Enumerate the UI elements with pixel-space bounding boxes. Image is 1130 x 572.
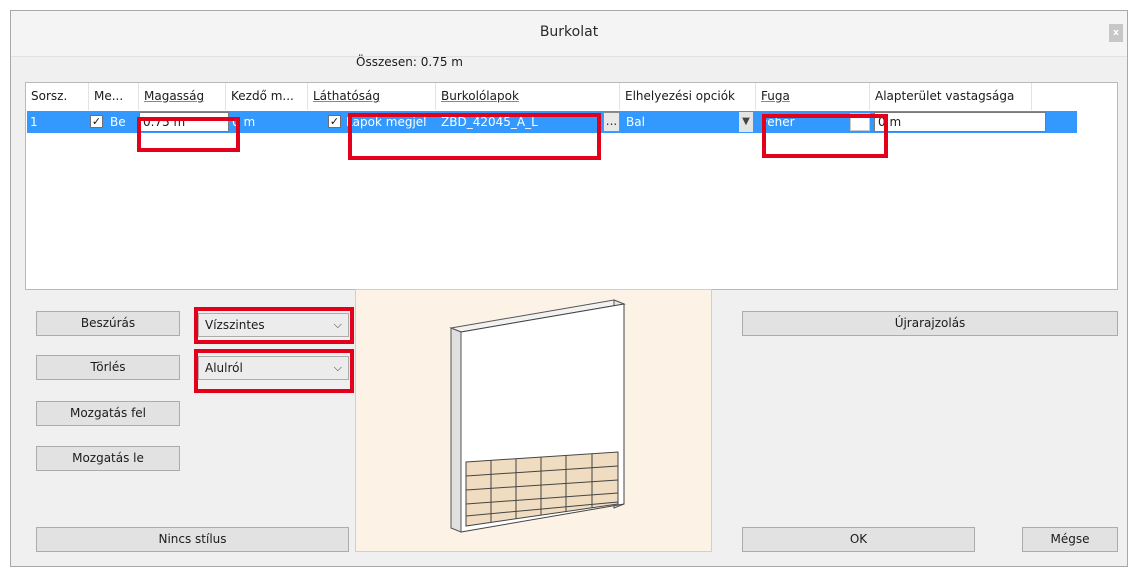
tiles-cell[interactable]: ZBD_42045_A_L (438, 111, 598, 133)
tile-preview (355, 289, 712, 552)
origin-select-value: Alulról (205, 361, 243, 375)
chevron-down-icon: ⌵ (333, 361, 342, 374)
layers-table: Sorsz. Me... Magasság Kezdő m... Látható… (25, 82, 1118, 290)
column-header-visibility[interactable]: Láthatóság (308, 83, 436, 110)
origin-select[interactable]: Alulról ⌵ (198, 356, 349, 380)
floor-thickness-input[interactable]: 0 m (874, 112, 1046, 132)
height-input[interactable]: 0.75 m (139, 112, 229, 132)
no-style-button[interactable]: Nincs stílus (36, 527, 349, 552)
move-down-button[interactable]: Mozgatás le (36, 446, 180, 471)
browse-tiles-button[interactable]: ... (603, 112, 620, 132)
insert-button[interactable]: Beszúrás (36, 311, 180, 336)
delete-button[interactable]: Törlés (36, 355, 180, 380)
move-up-button[interactable]: Mozgatás fel (36, 401, 180, 426)
fuga-cell[interactable]: Fehér (758, 111, 838, 133)
ok-button[interactable]: OK (742, 527, 975, 552)
wall-tile-preview-image (449, 299, 626, 533)
fuga-color-swatch[interactable] (850, 113, 870, 131)
row-me-checkbox[interactable]: ✓ (90, 115, 103, 128)
column-header-me[interactable]: Me... (89, 83, 139, 110)
column-header-placement[interactable]: Elhelyezési opciók (620, 83, 756, 110)
window-title: Burkolat (539, 24, 599, 40)
column-header-fuga[interactable]: Fuga (756, 83, 870, 110)
chevron-down-icon: ⌵ (333, 318, 342, 331)
start-cell[interactable]: 0 m (229, 111, 309, 133)
title-bar[interactable]: Burkolat x (11, 11, 1127, 57)
column-header-tiles[interactable]: Burkolólapok (436, 83, 620, 110)
close-button[interactable]: x (1109, 24, 1123, 42)
direction-select-value: Vízszintes (205, 318, 265, 332)
redraw-button[interactable]: Újrarajzolás (742, 311, 1118, 336)
direction-select[interactable]: Vízszintes ⌵ (198, 313, 349, 337)
row-me-text: Be (110, 115, 126, 129)
column-header-height[interactable]: Magasság (139, 83, 226, 110)
row-index: 1 (30, 115, 38, 129)
column-header-index[interactable]: Sorsz. (26, 83, 89, 110)
visibility-cell[interactable]: Lapok megjel (343, 111, 427, 133)
table-row[interactable]: 1 ✓ Be 0.75 m 0 m ✓ Lapok megjel ZBD_420… (27, 111, 1077, 133)
chevron-down-icon[interactable]: ▼ (739, 112, 753, 132)
table-header: Sorsz. Me... Magasság Kezdő m... Látható… (26, 83, 1117, 110)
placement-cell[interactable]: Bal (623, 111, 733, 133)
column-header-start[interactable]: Kezdő m... (226, 83, 308, 110)
visibility-checkbox[interactable]: ✓ (328, 115, 341, 128)
total-height-label: Összesen: 0.75 m (356, 55, 463, 69)
column-header-floor-thickness[interactable]: Alapterület vastagsága (870, 83, 1032, 110)
cancel-button[interactable]: Mégse (1022, 527, 1118, 552)
